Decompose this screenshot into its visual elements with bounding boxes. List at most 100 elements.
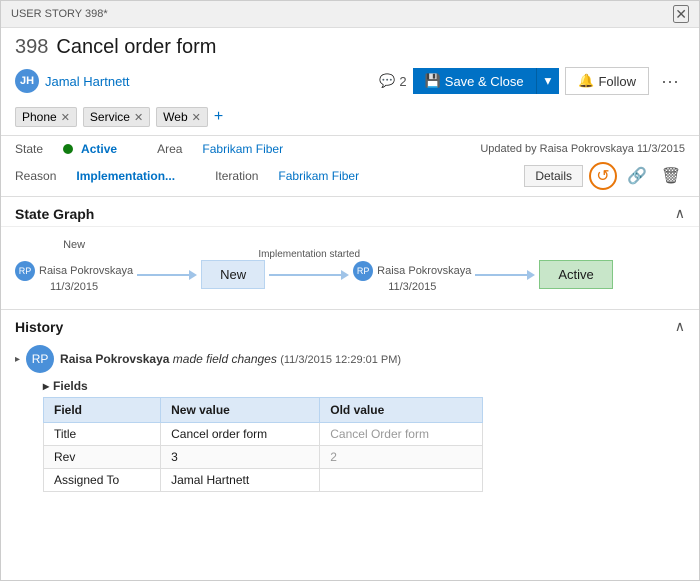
expand-fields-triangle[interactable]: ▸ — [43, 379, 49, 393]
state-graph-title: State Graph — [15, 206, 94, 222]
comment-area[interactable]: 💬 2 — [379, 73, 406, 89]
save-button-group: 💾 Save & Close ▾ — [413, 68, 560, 94]
arrow-2-container: Implementation started — [269, 249, 349, 283]
arrow-2-head — [341, 270, 349, 280]
fields-subheader: ▸ Fields — [43, 379, 671, 393]
tag-close-phone[interactable]: ✕ — [61, 111, 70, 124]
history-icon-button[interactable]: ↺ — [589, 162, 617, 190]
arrow-3-head — [527, 270, 535, 280]
state-impl-date: 11/3/2015 — [388, 281, 436, 293]
fields-table: Field New value Old value Title Cancel o… — [43, 397, 483, 492]
state-initial-top-label: New — [63, 239, 85, 251]
history-title: History — [15, 319, 63, 335]
table-cell-new-2: 3 — [161, 446, 320, 469]
trash-icon-button[interactable]: 🗑 — [657, 162, 685, 190]
state-initial-date: 11/3/2015 — [50, 281, 98, 293]
table-row: Title Cancel order form Cancel Order for… — [44, 423, 483, 446]
iteration-label: Iteration — [215, 169, 258, 183]
title-bar-label: USER STORY 398* — [11, 8, 108, 20]
history-header: History ∧ — [1, 310, 699, 339]
detail-icons-group: Details ↺ 🔗 🗑 — [524, 162, 685, 190]
history-avatar: RP — [26, 345, 54, 373]
table-cell-old-1: Cancel Order form — [320, 423, 483, 446]
link-icon-button[interactable]: 🔗 — [623, 162, 651, 190]
table-header-old-value: Old value — [320, 398, 483, 423]
table-cell-field-1: Title — [44, 423, 161, 446]
history-time: (11/3/2015 12:29:01 PM) — [280, 354, 401, 366]
history-section: History ∧ ▸ RP Raisa Pokrovskaya made fi… — [1, 309, 699, 498]
state-graph-collapse-button[interactable]: ∧ — [675, 205, 685, 222]
follow-button[interactable]: 🔔 Follow — [565, 67, 649, 95]
arrow-3-container — [475, 249, 535, 283]
avatar: JH — [15, 69, 39, 93]
details-button[interactable]: Details — [524, 165, 583, 187]
title-bar: USER STORY 398* ✕ — [1, 1, 699, 28]
story-title: Cancel order form — [56, 36, 216, 59]
follow-label: Follow — [598, 74, 636, 89]
state-node-initial: New RP Raisa Pokrovskaya 11/3/2015 — [15, 239, 133, 293]
follow-bell-icon: 🔔 — [578, 73, 594, 89]
story-title-row: 398 Cancel order form — [15, 36, 685, 59]
history-collapse-button[interactable]: ∧ — [675, 318, 685, 335]
area-value: Fabrikam Fiber — [202, 142, 283, 156]
arrow-3-line — [475, 274, 527, 276]
tag-service: Service ✕ — [83, 107, 150, 127]
more-button[interactable]: ··· — [655, 69, 685, 94]
table-cell-old-2: 2 — [320, 446, 483, 469]
arrow-1 — [137, 267, 197, 283]
table-cell-field-2: Rev — [44, 446, 161, 469]
arrow-1-container — [137, 249, 197, 283]
fields-row-2: Reason Implementation... Iteration Fabri… — [1, 158, 699, 197]
save-icon: 💾 — [425, 73, 441, 89]
fields-row-1: State Active Area Fabrikam Fiber Updated… — [1, 135, 699, 158]
history-person-name: Raisa Pokrovskaya — [60, 352, 169, 366]
tags-row: Phone ✕ Service ✕ Web ✕ + — [15, 103, 685, 131]
tag-label-phone: Phone — [22, 110, 57, 124]
username[interactable]: Jamal Hartnett — [45, 74, 130, 89]
tag-phone: Phone ✕ — [15, 107, 77, 127]
table-row: Assigned To Jamal Hartnett — [44, 469, 483, 492]
table-cell-new-3: Jamal Hartnett — [161, 469, 320, 492]
table-cell-new-1: Cancel order form — [161, 423, 320, 446]
state-graph-section-header: State Graph ∧ — [1, 197, 699, 227]
add-tag-button[interactable]: + — [214, 108, 223, 126]
state-graph: New RP Raisa Pokrovskaya 11/3/2015 x New… — [1, 227, 699, 309]
history-entry: ▸ RP Raisa Pokrovskaya made field change… — [1, 339, 699, 498]
state-initial-person: RP Raisa Pokrovskaya 11/3/2015 — [15, 261, 133, 293]
table-header-new-value: New value — [161, 398, 320, 423]
arrow-3 — [475, 267, 535, 283]
fields-group: ▸ Fields Field New value Old value Title… — [15, 379, 685, 492]
table-row: Rev 3 2 — [44, 446, 483, 469]
arrow-2: Implementation started — [269, 267, 349, 283]
reason-value: Implementation... — [76, 169, 175, 183]
story-id: 398 — [15, 36, 48, 59]
tag-close-web[interactable]: ✕ — [192, 111, 201, 124]
user-info: JH Jamal Hartnett — [15, 69, 130, 93]
state-box-new: New — [201, 260, 265, 289]
state-value: Active — [81, 142, 117, 156]
header: 398 Cancel order form JH Jamal Hartnett … — [1, 28, 699, 135]
table-header-field: Field — [44, 398, 161, 423]
updated-info: Updated by Raisa Pokrovskaya 11/3/2015 — [480, 143, 685, 155]
state-node-new: x New — [201, 244, 265, 289]
arrow-2-line — [269, 274, 341, 276]
close-button[interactable]: ✕ — [673, 5, 689, 23]
tag-close-service[interactable]: ✕ — [134, 111, 143, 124]
comment-count: 2 — [399, 74, 406, 89]
history-action-text: Raisa Pokrovskaya made field changes (11… — [60, 352, 401, 366]
fields-label: Fields — [53, 379, 88, 393]
state-node-impl: x RP Raisa Pokrovskaya 11/3/2015 — [353, 239, 471, 293]
save-close-label: Save & Close — [445, 74, 524, 89]
tag-label-service: Service — [90, 110, 130, 124]
expand-triangle[interactable]: ▸ — [15, 354, 20, 365]
state-node-active: x Active — [539, 244, 612, 289]
arrow-2-label: Implementation started — [258, 249, 360, 260]
action-buttons: 💬 2 💾 Save & Close ▾ 🔔 Follow ··· — [379, 67, 685, 95]
state-impl-person-name: Raisa Pokrovskaya — [377, 265, 471, 277]
state-label: State — [15, 142, 43, 156]
history-user-row: ▸ RP Raisa Pokrovskaya made field change… — [15, 345, 685, 373]
save-dropdown-button[interactable]: ▾ — [536, 68, 560, 94]
arrow-1-line — [137, 274, 189, 276]
comment-icon: 💬 — [379, 73, 395, 89]
save-close-button[interactable]: 💾 Save & Close — [413, 68, 536, 94]
